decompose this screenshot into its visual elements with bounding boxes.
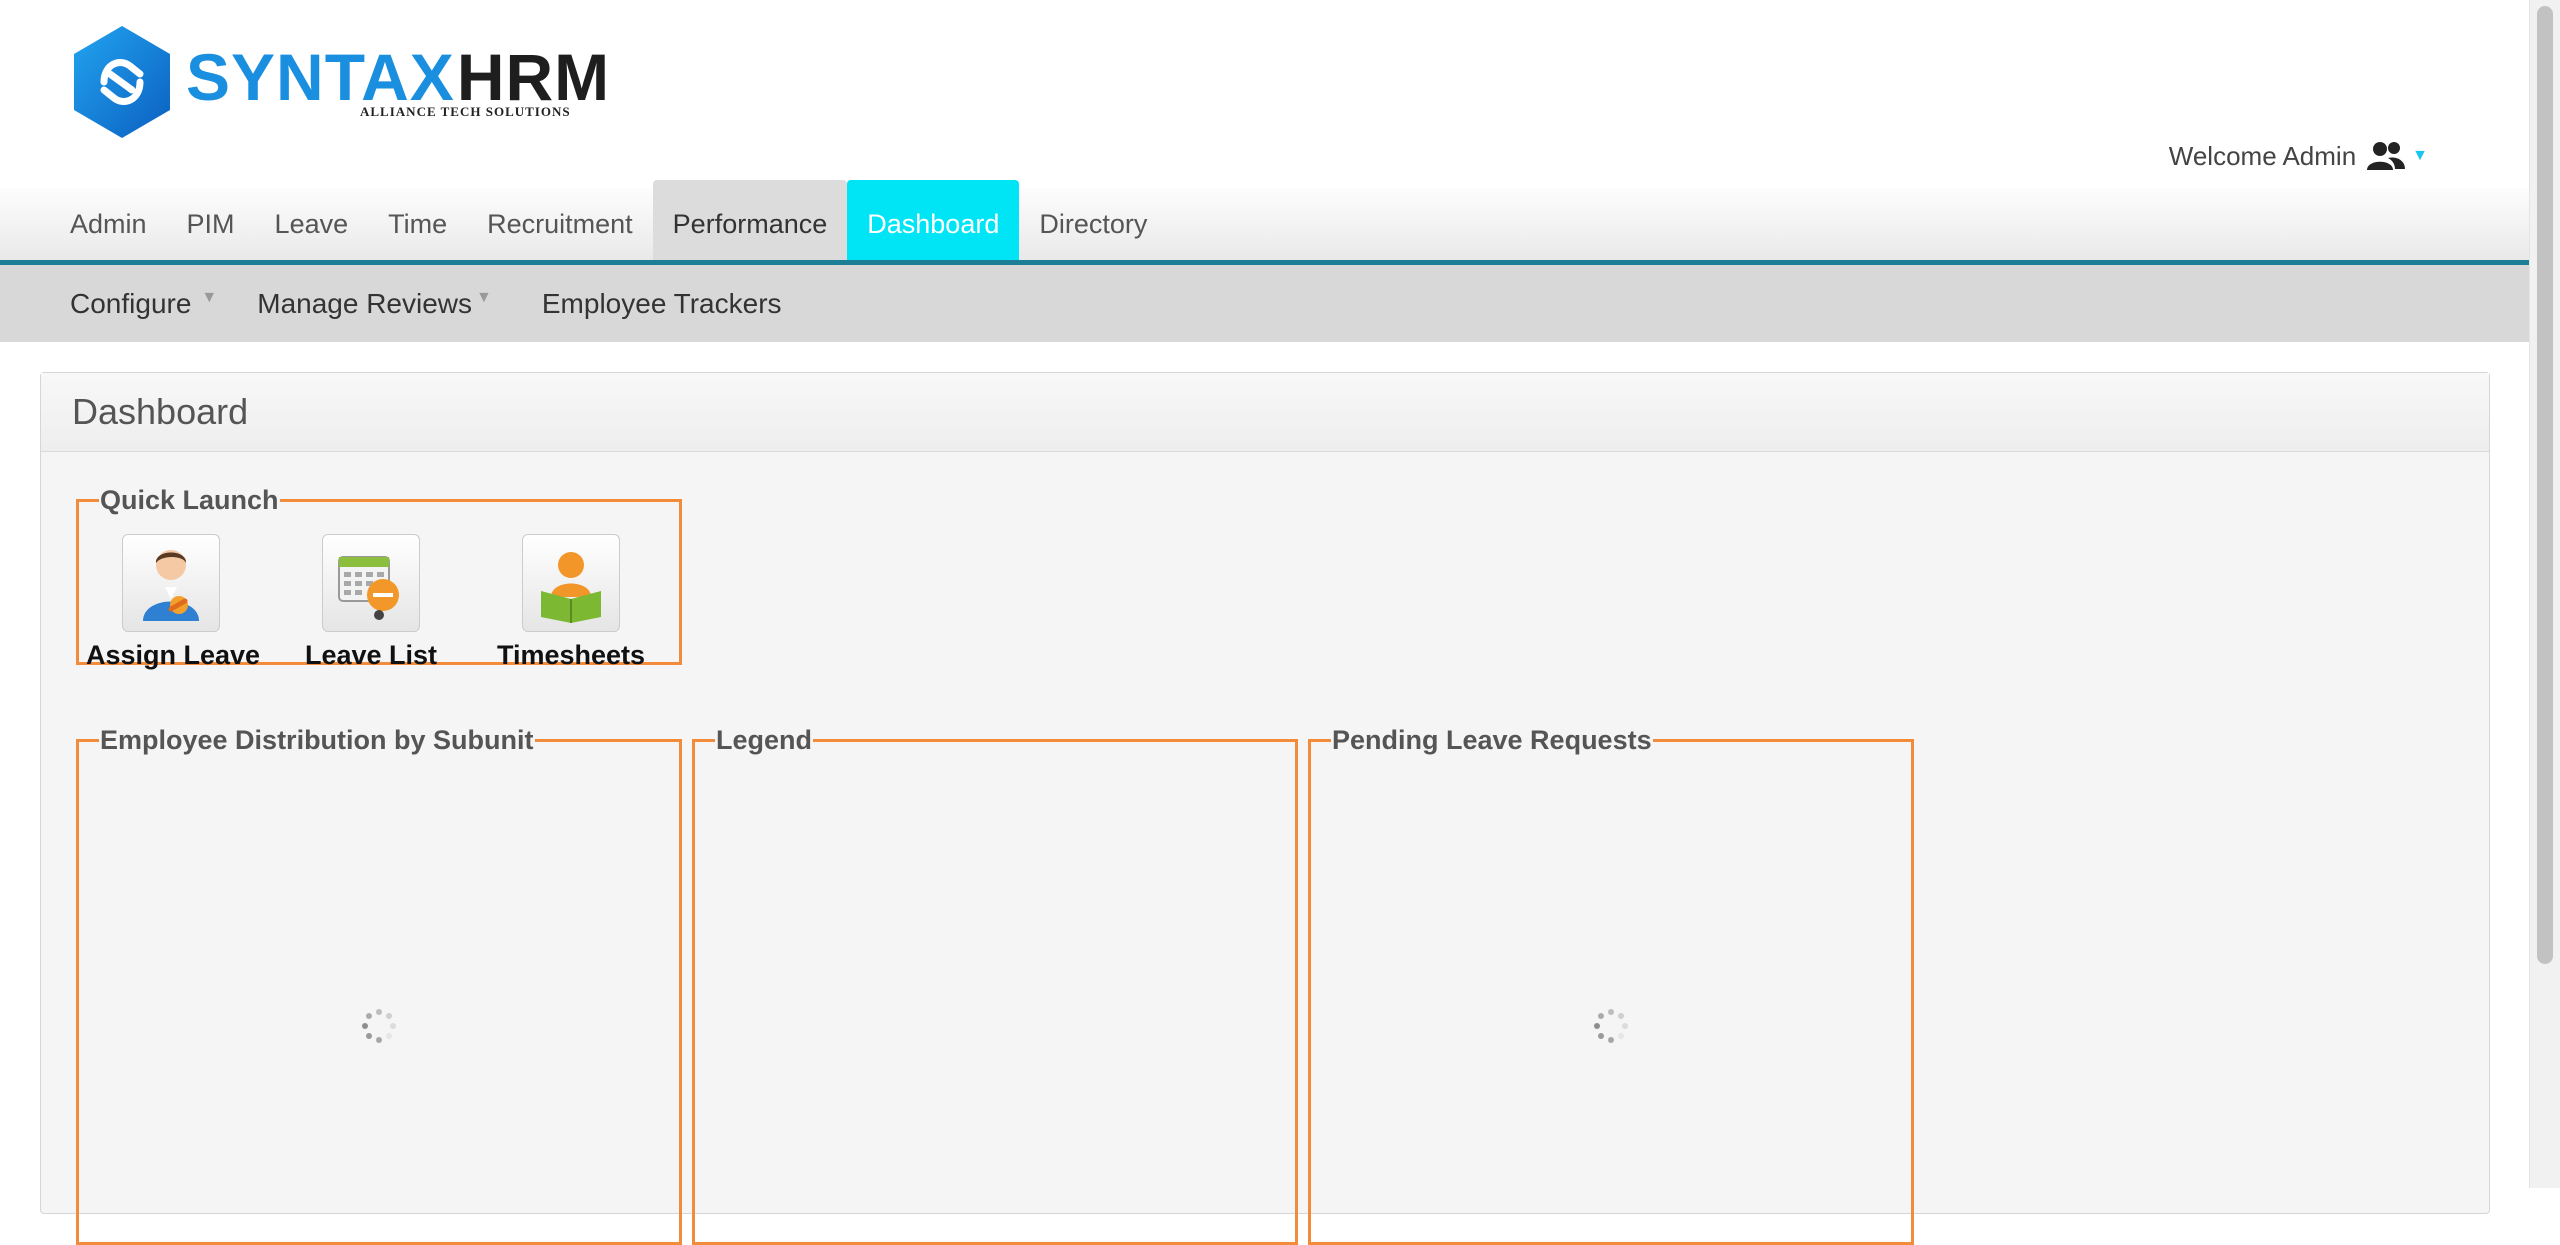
main-menu: Admin PIM Leave Time Recruitment Perform… <box>0 180 2530 265</box>
submenu-item-configure[interactable]: Configure ▼ <box>50 265 237 342</box>
menu-item-performance[interactable]: Performance <box>652 180 848 260</box>
menu-item-time[interactable]: Time <box>368 188 467 260</box>
company-logo[interactable]: SYNTAXHRM ALLIANCE TECH SOLUTIONS <box>70 24 609 144</box>
branding-header: SYNTAXHRM ALLIANCE TECH SOLUTIONS Welcom… <box>0 0 2530 188</box>
employee-distribution-title: Employee Distribution by Subunit <box>100 725 534 755</box>
leave-list-label[interactable]: Leave List <box>286 640 456 671</box>
submenu-item-employee-trackers-label: Employee Trackers <box>541 287 782 319</box>
syntax-logo-icon <box>74 26 170 138</box>
loading-spinner-icon <box>362 1009 396 1043</box>
quick-launch-panel: Quick Launch Assign Leave Leave List Tim… <box>76 485 682 670</box>
dashboard-content: Dashboard Quick Launch Assign Leave Leav… <box>40 372 2490 1245</box>
menu-item-leave[interactable]: Leave <box>255 188 369 260</box>
submenu-item-configure-label: Configure <box>70 287 192 319</box>
menu-item-admin[interactable]: Admin <box>50 188 167 260</box>
legend-title: Legend <box>716 725 813 755</box>
brand-name-hrm: HRM <box>456 40 611 114</box>
assign-leave-icon[interactable] <box>122 534 220 632</box>
dropdown-arrow-icon: ▼ <box>476 288 492 306</box>
assign-leave-label[interactable]: Assign Leave <box>86 640 260 671</box>
brand-name-syntax: SYNTAX <box>186 40 455 114</box>
legend-panel: Legend <box>692 725 1298 1245</box>
quick-launch-title: Quick Launch <box>100 485 279 515</box>
menu-item-dashboard[interactable]: Dashboard <box>847 180 1020 260</box>
quick-launch-assign-leave[interactable]: Assign Leave <box>86 534 260 671</box>
content-header: Dashboard <box>41 373 2489 452</box>
pending-leave-requests-panel: Pending Leave Requests <box>1308 725 1914 1245</box>
menu-item-recruitment[interactable]: Recruitment <box>467 188 653 260</box>
dropdown-arrow-icon: ▼ <box>201 288 218 306</box>
menu-item-pim[interactable]: PIM <box>167 188 255 260</box>
page-title: Dashboard <box>72 391 249 432</box>
page-scrollbar[interactable] <box>2529 0 2560 1188</box>
employee-distribution-panel: Employee Distribution by Subunit <box>76 725 682 1245</box>
submenu-item-manage-reviews[interactable]: Manage Reviews ▼ <box>237 265 512 342</box>
sub-menu: Configure ▼ Manage Reviews ▼ Employee Tr… <box>0 265 2530 342</box>
loading-spinner-icon <box>1594 1009 1628 1043</box>
caret-down-icon[interactable]: ▼ <box>2412 147 2428 165</box>
timesheets-icon[interactable] <box>522 534 620 632</box>
users-icon <box>2367 142 2406 170</box>
submenu-item-employee-trackers[interactable]: Employee Trackers <box>512 265 802 342</box>
quick-launch-timesheets[interactable]: Timesheets <box>486 534 656 671</box>
welcome-menu[interactable]: Welcome Admin ▼ <box>2169 140 2428 172</box>
quick-launch-leave-list[interactable]: Leave List <box>286 534 456 671</box>
menu-item-directory[interactable]: Directory <box>1019 188 1167 260</box>
timesheets-label[interactable]: Timesheets <box>486 640 656 671</box>
scrollbar-thumb[interactable] <box>2537 6 2553 964</box>
welcome-text[interactable]: Welcome Admin <box>2169 141 2356 172</box>
brand-tagline: ALLIANCE TECH SOLUTIONS <box>360 104 571 119</box>
brand-wordmark: SYNTAXHRM <box>186 44 610 110</box>
submenu-item-manage-reviews-label: Manage Reviews <box>257 287 473 319</box>
pending-leave-requests-title: Pending Leave Requests <box>1332 725 1652 755</box>
leave-list-icon[interactable] <box>322 534 420 632</box>
